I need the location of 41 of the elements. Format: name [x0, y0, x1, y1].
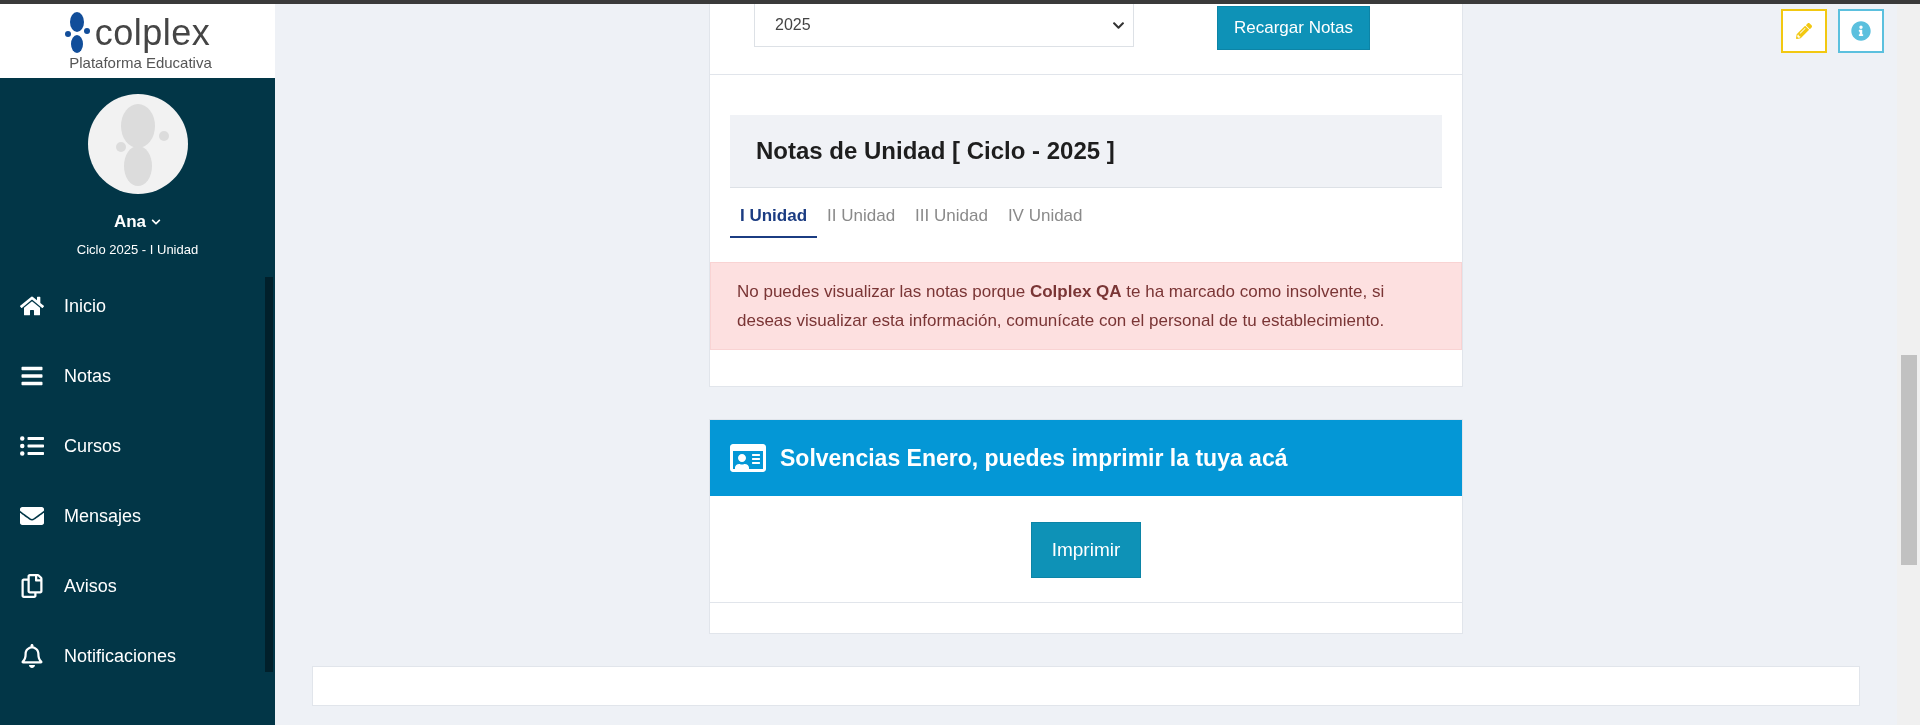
- solvency-title: Solvencias Enero, puedes imprimir la tuya acá: [780, 444, 1288, 472]
- scrollbar-thumb[interactable]: [1901, 355, 1917, 565]
- pencil-icon: [1796, 23, 1812, 39]
- unit-tab[interactable]: III Unidad: [905, 198, 998, 238]
- menu-icon: [20, 364, 44, 388]
- chevron-icon: [151, 217, 162, 227]
- unit-tab[interactable]: II Unidad: [817, 198, 906, 238]
- nav-label: Notas: [64, 365, 112, 387]
- reload-button[interactable]: Recargar Notas: [1217, 6, 1371, 50]
- unit-tab[interactable]: IV Unidad: [997, 198, 1093, 238]
- unit-tab[interactable]: I Unidad: [730, 198, 818, 238]
- sidebar-scrollbar[interactable]: [265, 277, 273, 672]
- nav-item[interactable]: Notificaciones: [0, 621, 275, 691]
- nav-item[interactable]: Notas: [0, 341, 275, 411]
- logo-text: colplex: [94, 14, 211, 51]
- edit-button[interactable]: [1781, 9, 1827, 53]
- nav-label: Avisos: [64, 575, 117, 597]
- logo-icon: [64, 11, 91, 54]
- info-icon: [1851, 21, 1871, 41]
- nav-item[interactable]: Mensajes: [0, 481, 275, 551]
- info-button[interactable]: [1838, 9, 1884, 53]
- nav-item[interactable]: Inicio: [0, 271, 275, 341]
- nav-label: Mensajes: [64, 505, 142, 527]
- logo-tagline: Plataforma Educativa: [69, 53, 212, 71]
- page-scrollbar[interactable]: [1897, 4, 1920, 725]
- year-select[interactable]: 2025: [754, 4, 1134, 47]
- list-icon: [20, 434, 44, 458]
- copy-icon: [20, 574, 44, 598]
- nav-label: Notificaciones: [64, 645, 177, 667]
- bell-icon: [20, 644, 44, 668]
- nav-label: Inicio: [64, 295, 107, 317]
- section-title: Notas de Unidad [ Ciclo - 2025 ]: [730, 115, 1442, 188]
- nav-item[interactable]: Avisos: [0, 551, 275, 621]
- print-button[interactable]: Imprimir: [1030, 522, 1142, 578]
- cycle-label: Ciclo 2025 - I Unidad: [76, 242, 199, 257]
- home-icon: [20, 294, 44, 318]
- envelope-icon: [20, 504, 44, 528]
- insolvency-alert: No puedes visualizar las notas porque Colplex QA te ha marcado como insolvente, si deseas visualizar esta información, comunícate con el personal de tu establecimiento.: [710, 262, 1462, 350]
- user-menu[interactable]: Ana: [113, 212, 162, 232]
- nav-item[interactable]: Cursos: [0, 411, 275, 481]
- nav-label: Cursos: [64, 435, 121, 457]
